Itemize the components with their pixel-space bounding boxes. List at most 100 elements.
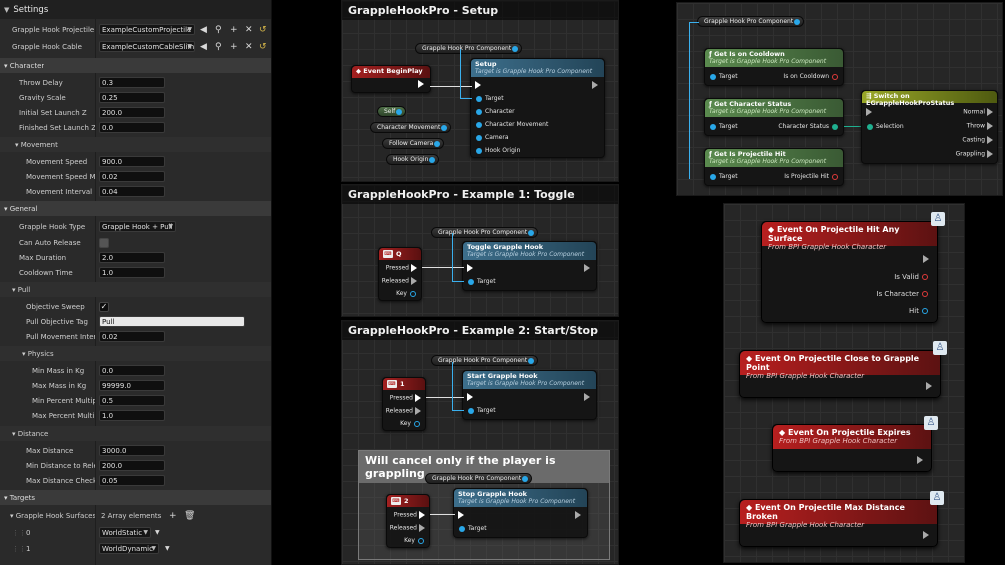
get-status-node[interactable]: ƒ Get Character Status Target is Grapple … <box>704 98 844 136</box>
follow-camera-var[interactable]: Follow Camera <box>382 138 445 149</box>
trash-icon[interactable]: 🗑 <box>184 511 195 521</box>
pressed-pin[interactable]: Pressed <box>394 511 427 519</box>
category-character[interactable]: ▾ Character <box>0 58 271 73</box>
add-icon[interactable]: + <box>230 25 238 35</box>
key-1-node[interactable]: ⌨ 1 Pressed Released Key <box>382 377 426 431</box>
hook-type-combo[interactable]: Grapple Hook + Pull ▼ <box>99 221 176 232</box>
settings-header[interactable]: ▼ Settings <box>0 0 271 19</box>
reset-icon[interactable]: ↺ <box>259 42 267 52</box>
get-projectile-hit-node[interactable]: ƒ Get Is Projectile Hit Target is Grapple… <box>704 148 844 186</box>
add-icon[interactable]: + <box>230 42 238 52</box>
event-close-to-point[interactable]: ◆ Event On Projectile Close to Grapple P… <box>739 350 941 398</box>
clear-icon[interactable]: ✕ <box>245 25 253 35</box>
events-graph[interactable]: ◆ Event On Projectile Hit Any Surface Fro… <box>723 203 965 563</box>
grappling-pin[interactable]: Grappling <box>956 150 995 158</box>
target-pin[interactable]: Target <box>707 123 738 130</box>
surface-combo[interactable]: WorldDynamic ▼ <box>99 543 159 554</box>
projectile-combo[interactable]: ExampleCustomProjectile ▼ <box>99 24 195 35</box>
add-element-icon[interactable]: + <box>169 511 177 521</box>
character-pin[interactable]: Character <box>473 108 515 115</box>
finished-launch-input[interactable]: 0.0 <box>99 122 165 133</box>
component-pill[interactable]: Grapple Hook Pro Component <box>431 355 539 366</box>
setup-graph[interactable]: GrappleHookPro - Setup Grapple Hook Pro … <box>341 0 619 182</box>
key-2-node[interactable]: ⌨ 2 Pressed Released Key <box>386 494 430 548</box>
setup-node[interactable]: Setup Target is Grapple Hook Pro Componen… <box>470 58 605 158</box>
pull-interval-input[interactable]: 0.02 <box>99 331 165 342</box>
surface-combo[interactable]: WorldStatic ▼ <box>99 527 151 538</box>
exec-out-pin[interactable] <box>915 456 925 464</box>
reset-icon[interactable]: ↺ <box>259 25 267 35</box>
get-cooldown-node[interactable]: ƒ Get Is on Cooldown Target is Grapple Ho… <box>704 48 844 86</box>
event-max-distance[interactable]: ◆ Event On Projectile Max Distance Broke… <box>739 499 938 547</box>
cooldown-input[interactable]: 1.0 <box>99 267 165 278</box>
category-targets[interactable]: ▾ Targets <box>0 490 271 505</box>
throw-delay-input[interactable]: 0.3 <box>99 77 165 88</box>
comment-box[interactable]: Will cancel only if the player is grappl… <box>358 450 610 560</box>
selection-pin[interactable]: Selection <box>864 123 904 130</box>
objective-tag-input[interactable]: Pull <box>99 316 245 327</box>
exec-out-pin[interactable] <box>416 80 426 88</box>
exec-in-pin[interactable] <box>864 108 874 116</box>
movement-speed-mul-input[interactable]: 0.02 <box>99 171 165 182</box>
key-pin[interactable]: Key <box>396 290 419 297</box>
released-pin[interactable]: Released <box>386 407 423 415</box>
hook-origin-var[interactable]: Hook Origin <box>386 154 440 165</box>
exec-out-pin[interactable] <box>924 382 934 390</box>
throw-pin[interactable]: Throw <box>967 122 995 130</box>
is-valid-pin[interactable]: Is Valid <box>894 273 931 281</box>
key-q-node[interactable]: ⌨ Q Pressed Released Key <box>378 247 422 301</box>
pressed-pin[interactable]: Pressed <box>390 394 423 402</box>
browse-icon[interactable]: ⚲ <box>215 42 222 52</box>
output-pin[interactable]: Is Projectile Hit <box>784 173 841 180</box>
example2-graph[interactable]: GrappleHookPro - Example 2: Start/Stop G… <box>341 320 619 565</box>
component-pill[interactable]: Grapple Hook Pro Component <box>697 16 805 27</box>
event-expires[interactable]: ◆ Event On Projectile Expires From BPI Gr… <box>772 424 932 472</box>
exec-in-pin[interactable] <box>456 511 466 519</box>
category-movement[interactable]: ▾ Movement <box>0 137 271 152</box>
chevron-down-icon[interactable]: ▼ <box>165 545 170 552</box>
component-pill[interactable]: Grapple Hook Pro Component <box>415 43 523 54</box>
stop-node[interactable]: Stop Grapple Hook Target is Grapple Hook … <box>453 488 588 538</box>
component-pill[interactable]: Grapple Hook Pro Component <box>431 227 539 238</box>
category-pull[interactable]: ▾ Pull <box>0 282 271 297</box>
category-general[interactable]: ▾ General <box>0 201 271 216</box>
event-hit-any-surface[interactable]: ◆ Event On Projectile Hit Any Surface Fro… <box>761 221 938 323</box>
max-mass-input[interactable]: 99999.0 <box>99 380 165 391</box>
browse-icon[interactable]: ⚲ <box>215 25 222 35</box>
collapse-arrow-icon[interactable]: ▼ <box>4 6 9 14</box>
initial-launch-input[interactable]: 200.0 <box>99 107 165 118</box>
category-physics[interactable]: ▾ Physics <box>0 346 271 361</box>
exec-out-pin[interactable] <box>573 511 583 519</box>
exec-out-pin[interactable] <box>921 255 931 263</box>
category-distance[interactable]: ▾ Distance <box>0 426 271 441</box>
exec-in-pin[interactable] <box>465 393 475 401</box>
self-var[interactable]: Self <box>377 106 407 117</box>
exec-out-pin[interactable] <box>582 393 592 401</box>
hit-pin[interactable]: Hit <box>909 307 931 315</box>
start-node[interactable]: Start Grapple Hook Target is Grapple Hook… <box>462 370 597 420</box>
status-graph[interactable]: Grapple Hook Pro Component ƒ Get Is on C… <box>676 2 1003 196</box>
hook-origin-pin[interactable]: Hook Origin <box>473 147 520 154</box>
drag-handle-icon[interactable]: ⋮⋮ <box>12 529 26 537</box>
camera-pin[interactable]: Camera <box>473 134 509 141</box>
min-mass-input[interactable]: 0.0 <box>99 365 165 376</box>
character-movement-pin[interactable]: Character Movement <box>473 121 548 128</box>
target-pin[interactable]: Target <box>465 407 496 414</box>
casting-pin[interactable]: Casting <box>962 136 995 144</box>
exec-out-pin[interactable] <box>582 264 592 272</box>
target-pin[interactable]: Target <box>707 73 738 80</box>
is-character-pin[interactable]: Is Character <box>877 290 932 298</box>
target-pin[interactable]: Target <box>456 525 487 532</box>
event-beginplay-node[interactable]: ◆ Event BeginPlay <box>351 65 431 93</box>
released-pin[interactable]: Released <box>382 277 419 285</box>
switch-node[interactable]: ⇶ Switch on EGrappleHookProStatus Select… <box>861 90 998 164</box>
exec-out-pin[interactable] <box>590 81 600 89</box>
output-pin[interactable]: Character Status <box>778 123 841 130</box>
key-pin[interactable]: Key <box>404 537 427 544</box>
movement-speed-input[interactable]: 900.0 <box>99 156 165 167</box>
output-pin[interactable]: Is on Cooldown <box>783 73 841 80</box>
cable-combo[interactable]: ExampleCustomCableSlim ▼ <box>99 41 195 52</box>
max-duration-input[interactable]: 2.0 <box>99 252 165 263</box>
min-percent-input[interactable]: 0.5 <box>99 395 165 406</box>
released-pin[interactable]: Released <box>390 524 427 532</box>
